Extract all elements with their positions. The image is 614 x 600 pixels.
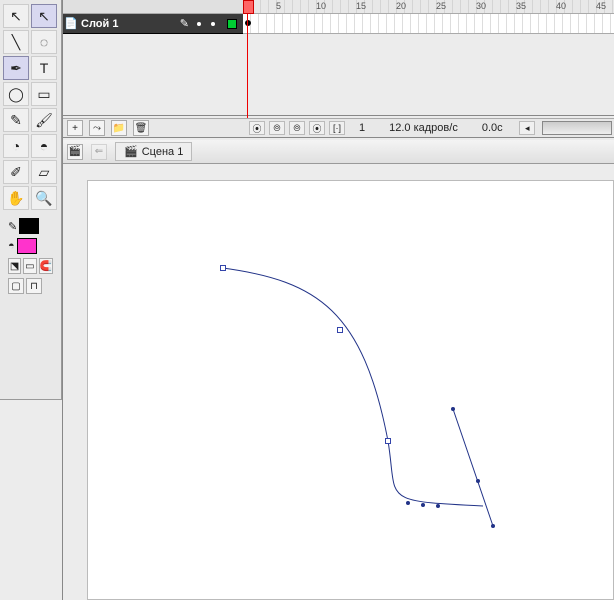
onion-skin-outlines-button[interactable]: ⦾ bbox=[289, 121, 305, 135]
playhead[interactable] bbox=[247, 0, 248, 118]
selection-tool[interactable]: ↖ bbox=[3, 4, 29, 28]
ruler-tick: 30 bbox=[476, 1, 486, 11]
oval-tool[interactable]: ◯ bbox=[3, 82, 29, 106]
frame-strip[interactable] bbox=[243, 14, 614, 34]
scroll-left-button[interactable]: ◂ bbox=[519, 121, 535, 135]
layer-pen-icon: ✎ bbox=[180, 17, 189, 30]
ruler-tick: 35 bbox=[516, 1, 526, 11]
center-frame-button[interactable]: ⦿ bbox=[249, 121, 265, 135]
timeline-status-bar: ⦿ ⦾ ⦾ ⦿ [·] 1 12.0 кадров/с 0.0с ◂ bbox=[243, 118, 614, 138]
rectangle-tool[interactable]: ▭ bbox=[31, 82, 57, 106]
scene-icon: 🎬 bbox=[124, 145, 138, 158]
default-colors-button[interactable]: 🧲 bbox=[39, 258, 53, 274]
scene-breadcrumb[interactable]: 🎬 Сцена 1 bbox=[115, 142, 192, 161]
ruler-tick: 40 bbox=[556, 1, 566, 11]
modify-onion-markers-button[interactable]: [·] bbox=[329, 121, 345, 135]
anchor-point[interactable] bbox=[337, 327, 343, 333]
layer-icon: 📄 bbox=[63, 17, 79, 30]
layer-row[interactable]: 📄 Слой 1 ✎ bbox=[63, 14, 243, 34]
current-frame-readout: 1 bbox=[349, 122, 375, 134]
pencil-tool[interactable]: ✎ bbox=[3, 108, 29, 132]
keyframe-1[interactable] bbox=[245, 20, 251, 26]
onion-skin-button[interactable]: ⦾ bbox=[269, 121, 285, 135]
anchor-point[interactable] bbox=[220, 265, 226, 271]
scene-bar: 🎬 ⇐ 🎬 Сцена 1 bbox=[63, 140, 614, 164]
toolbox: ↖↖╲◌✒T◯▭✎🖌◔◓✐▱✋🔍 ✎ ◓ ⬔ ▭ 🧲 ▢ ⊓ bbox=[0, 0, 62, 400]
layer-visible-dot[interactable] bbox=[197, 22, 201, 26]
subselection-tool[interactable]: ↖ bbox=[31, 4, 57, 28]
edit-scene-button[interactable]: 🎬 bbox=[67, 144, 83, 160]
add-layer-button[interactable]: + bbox=[67, 120, 83, 136]
stroke-color-swatch[interactable] bbox=[19, 218, 39, 234]
option-rect-button[interactable]: ▢ bbox=[8, 278, 24, 294]
add-folder-button[interactable]: 📁 bbox=[111, 120, 127, 136]
eraser-tool[interactable]: ▱ bbox=[31, 160, 57, 184]
edit-multiple-frames-button[interactable]: ⦿ bbox=[309, 121, 325, 135]
ruler-tick: 45 bbox=[596, 1, 606, 11]
back-button: ⇐ bbox=[91, 144, 107, 160]
text-tool[interactable]: T bbox=[31, 56, 57, 80]
pen-tool[interactable]: ✒ bbox=[3, 56, 29, 80]
main-area: 5 10 15 20 25 30 35 40 45 📄 Слой 1 ✎ + ⤳ 📁 🗑 ⦿ ⦾… bbox=[62, 0, 614, 600]
no-color-button[interactable]: ▭ bbox=[23, 258, 36, 274]
delete-layer-button[interactable]: 🗑 bbox=[133, 120, 149, 136]
layer-outline-swatch[interactable] bbox=[227, 19, 237, 29]
anchor-point[interactable] bbox=[385, 438, 391, 444]
option-magnet-button[interactable]: ⊓ bbox=[26, 278, 42, 294]
drawn-path bbox=[88, 181, 613, 599]
ruler-tick: 15 bbox=[356, 1, 366, 11]
timeline-body bbox=[63, 34, 614, 116]
layer-footer: + ⤳ 📁 🗑 bbox=[63, 118, 243, 138]
stroke-sample-icon: ✎ bbox=[8, 220, 17, 233]
layer-name: Слой 1 bbox=[79, 18, 180, 30]
ruler-tick: 5 bbox=[276, 1, 281, 11]
timeline-ruler[interactable]: 5 10 15 20 25 30 35 40 45 bbox=[63, 0, 614, 14]
lasso-tool[interactable]: ◌ bbox=[31, 30, 57, 54]
canvas-area bbox=[73, 170, 614, 600]
fill-color-swatch[interactable] bbox=[17, 238, 37, 254]
hand-tool[interactable]: ✋ bbox=[3, 186, 29, 210]
ruler-tick: 20 bbox=[396, 1, 406, 11]
ink-bottle-tool[interactable]: ◔ bbox=[3, 134, 29, 158]
zoom-tool[interactable]: 🔍 bbox=[31, 186, 57, 210]
ruler-tick: 25 bbox=[436, 1, 446, 11]
scene-name: Сцена 1 bbox=[142, 146, 184, 158]
stage[interactable] bbox=[87, 180, 614, 600]
brush-tool[interactable]: 🖌 bbox=[31, 108, 57, 132]
fps-readout: 12.0 кадров/с bbox=[379, 122, 468, 134]
line-tool[interactable]: ╲ bbox=[3, 30, 29, 54]
add-motion-guide-button[interactable]: ⤳ bbox=[89, 120, 105, 136]
eyedropper-tool[interactable]: ✐ bbox=[3, 160, 29, 184]
timeline-scrollbar[interactable] bbox=[542, 121, 612, 135]
paint-bucket-tool[interactable]: ◓ bbox=[31, 134, 57, 158]
swap-colors-button[interactable]: ⬔ bbox=[8, 258, 21, 274]
layer-lock-dot[interactable] bbox=[211, 22, 215, 26]
ruler-tick: 10 bbox=[316, 1, 326, 11]
elapsed-time-readout: 0.0с bbox=[472, 122, 513, 134]
fill-sample-icon: ◓ bbox=[8, 240, 15, 252]
